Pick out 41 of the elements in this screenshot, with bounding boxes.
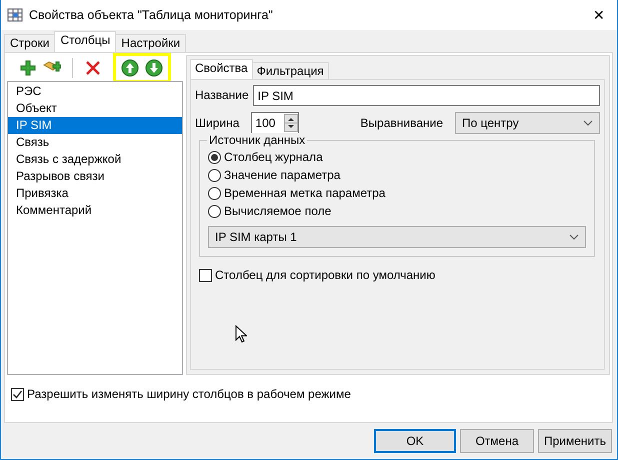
radio-option[interactable]: Столбец журнала [208,148,586,166]
tab[interactable]: Строки [4,34,56,52]
name-field[interactable]: IP SIM [252,85,600,106]
table-icon [7,7,23,23]
align-dropdown[interactable]: По центру [455,112,600,134]
dialog-button[interactable]: Отмена [460,429,534,453]
caret-icon [583,120,593,126]
plus-icon[interactable] [18,58,38,78]
list-item[interactable]: РЭС [8,83,182,100]
up-arrow-icon[interactable] [120,58,140,78]
tab[interactable]: Настройки [115,34,186,52]
tab[interactable]: Столбцы [54,31,116,52]
radio-option[interactable]: Вычисляемое поле [208,202,586,220]
list-item[interactable]: Связь [8,134,182,151]
field-label: Название [195,88,249,103]
source-dropdown[interactable]: IP SIM карты 1 [208,226,586,248]
dialog-button[interactable]: Применить [538,429,612,453]
radio-option[interactable]: Временная метка параметра [208,184,586,202]
list-item[interactable]: Связь с задержкой [8,151,182,168]
checkbox-option[interactable]: Столбец для сортировки по умолчанию [199,266,600,284]
radio-option[interactable]: Значение параметра [208,166,586,184]
checkmark-icon [12,388,23,400]
field-label: Ширина [195,116,240,130]
group-title: Источник данных [207,133,308,148]
width-spinner[interactable]: 100 [251,112,300,134]
caret-icon [569,234,579,240]
checkbox-option[interactable]: Разрешить изменять ширину столбцов в рабочем режиме [11,385,606,403]
cursor-icon [235,325,247,343]
window-title: Свойства объекта "Таблица мониторинга" [29,8,273,22]
spin-arrows-icon[interactable] [284,114,298,132]
field-label: Выравнивание [360,116,443,130]
list-item[interactable]: Комментарий [8,202,182,219]
list-item[interactable]: Разрывов связи [8,168,182,185]
list-item[interactable]: Объект [8,100,182,117]
tab[interactable]: Фильтрация [252,62,329,79]
list-item[interactable]: IP SIM [8,117,182,134]
tab[interactable]: Свойства [190,59,253,79]
list-item[interactable]: Привязка [8,185,182,202]
close-button[interactable]: ✕ [581,6,617,24]
down-arrow-icon[interactable] [144,58,164,78]
dialog-button[interactable]: OK [374,429,456,453]
